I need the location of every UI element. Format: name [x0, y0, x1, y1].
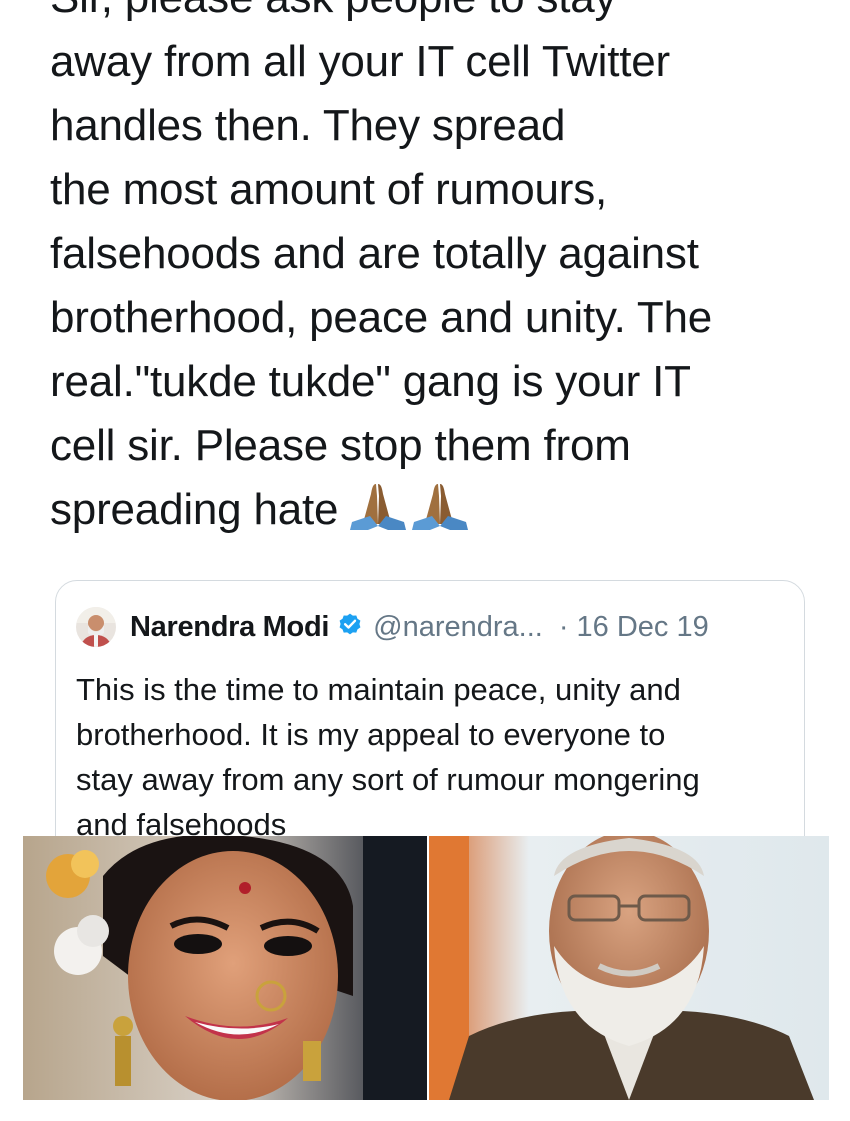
- quoted-author-handle[interactable]: @narendra...: [373, 611, 543, 644]
- quoted-tweet-text: This is the time to maintain peace, unit…: [76, 667, 786, 847]
- separator-dot: ·: [558, 610, 569, 643]
- photo-man-bearded: [429, 836, 829, 1100]
- quoted-tweet-header: Narendra Modi @narendra... · 16 Dec 19: [76, 605, 709, 649]
- main-tweet-text: Sir, please ask people to stay away from…: [50, 0, 830, 542]
- quoted-line: stay away from any sort of rumour monger…: [76, 762, 700, 797]
- quoted-line: brotherhood. It is my appeal to everyone…: [76, 717, 666, 752]
- tweet-line: spreading hate: [50, 485, 339, 534]
- avatar[interactable]: [76, 607, 116, 647]
- folded-hands-icon: [348, 482, 470, 548]
- tweet-line: the most amount of rumours,: [50, 165, 608, 214]
- verified-badge-icon: [337, 612, 363, 643]
- quoted-author-name[interactable]: Narendra Modi: [130, 611, 329, 644]
- photo-woman-smiling: [23, 836, 427, 1100]
- tweet-line: Sir, please ask people to stay: [50, 0, 830, 30]
- tweet-line: away from all your IT cell Twitter: [50, 37, 670, 86]
- tweet-line: real."tukde tukde" gang is your IT: [50, 357, 691, 406]
- tweet-line: cell sir. Please stop them from: [50, 421, 631, 470]
- tweet-line: brotherhood, peace and unity. The: [50, 293, 713, 342]
- quoted-tweet-date[interactable]: 16 Dec 19: [577, 611, 709, 644]
- photo-collage: [23, 836, 829, 1100]
- tweet-line: handles then. They spread: [50, 101, 566, 150]
- tweet-last-line: spreading hate: [50, 478, 830, 542]
- tweet-line: falsehoods and are totally against: [50, 229, 699, 278]
- quoted-line: This is the time to maintain peace, unit…: [76, 672, 681, 707]
